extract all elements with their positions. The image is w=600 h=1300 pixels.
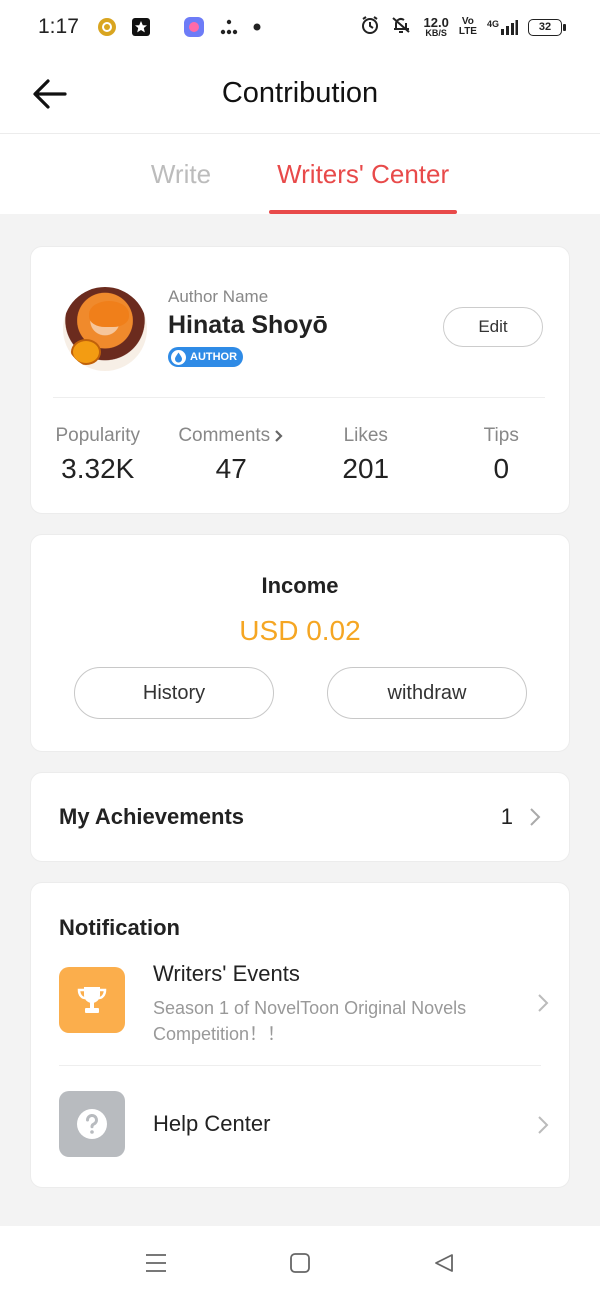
home-square-icon: [290, 1253, 310, 1273]
stat-likes: Likes 201: [298, 425, 434, 485]
achievements-count: 1: [500, 804, 513, 829]
notification-item-title: Writers' Events: [153, 961, 300, 986]
divider: [59, 1065, 541, 1066]
notification-dot-icon: [253, 23, 261, 31]
notification-card: Notification Writers' Events Season 1 of…: [30, 882, 570, 1188]
stat-comments[interactable]: Comments 47: [165, 425, 299, 485]
withdraw-button-label: withdraw: [387, 681, 467, 704]
tab-label: Writers' Center: [277, 158, 450, 189]
notification-item-writers-events[interactable]: Writers' Events Season 1 of NovelToon Or…: [31, 953, 569, 1063]
stat-label: Popularity: [55, 425, 141, 446]
stat-label: Tips: [483, 425, 519, 446]
notification-item-title: Help Center: [153, 1111, 271, 1136]
dots-app-icon: [219, 17, 239, 37]
withdraw-button[interactable]: withdraw: [327, 667, 527, 719]
trophy-icon: [59, 967, 125, 1033]
page-title: Contribution: [221, 77, 379, 109]
chevron-right-icon: [537, 1115, 549, 1135]
home-button[interactable]: [284, 1247, 316, 1279]
author-badge-label: AUTHOR: [190, 351, 238, 363]
income-card: Income USD 0.02 History withdraw: [30, 534, 570, 752]
stat-tips: Tips 0: [434, 425, 570, 485]
stat-value: 201: [342, 453, 390, 484]
stat-value: 3.32K: [61, 453, 135, 484]
pumpkin-icon: [71, 339, 101, 365]
avatar-hair: [89, 301, 129, 327]
mute-icon: [390, 15, 414, 40]
tab-write[interactable]: Write: [147, 134, 215, 214]
app-header: Contribution: [0, 54, 600, 134]
tab-bar: Write Writers' Center: [0, 134, 600, 214]
profile-card: Author Name Hinata Shoyō AUTHOR Edit Pop…: [30, 246, 570, 514]
achievements-label: My Achievements: [59, 804, 245, 829]
history-button-label: History: [142, 681, 206, 704]
avatar[interactable]: [63, 287, 147, 371]
chevron-right-icon: [530, 808, 541, 826]
back-triangle-icon: [435, 1254, 453, 1272]
star-app-icon: [131, 17, 151, 37]
income-title: Income: [261, 573, 339, 598]
menu-icon: [146, 1254, 166, 1272]
income-value: USD 0.02: [239, 615, 361, 646]
divider: [53, 397, 545, 398]
status-time: 1:17: [38, 15, 79, 38]
gallery-app-icon: [183, 16, 205, 38]
stat-value: 47: [215, 453, 247, 484]
battery-icon: 32: [528, 18, 566, 36]
history-button[interactable]: History: [74, 667, 274, 719]
coin-app-icon: [97, 17, 117, 37]
drop-icon: [171, 349, 186, 365]
stat-value: 0: [493, 453, 510, 484]
edit-button-label: Edit: [478, 317, 508, 336]
back-arrow-icon: [33, 79, 67, 109]
achievements-row[interactable]: My Achievements 1: [30, 772, 570, 862]
stats-row: Popularity 3.32K Comments 47 Likes 201 T…: [31, 425, 569, 485]
chevron-right-icon: [275, 430, 283, 442]
author-name: Hinata Shoyō: [168, 311, 328, 339]
stat-label: Comments: [165, 425, 299, 447]
question-icon: [59, 1091, 125, 1157]
status-bar: 1:17 12.0 KB/S Vo LTE 4G 32: [0, 0, 600, 54]
signal-icon: 4G: [487, 19, 518, 35]
network-speed: 12.0 KB/S: [423, 15, 449, 38]
notification-item-subtitle: Season 1 of NovelToon Original Novels Co…: [153, 998, 467, 1044]
edit-button[interactable]: Edit: [443, 307, 543, 347]
author-name-label: Author Name: [168, 287, 269, 306]
author-badge: AUTHOR: [168, 347, 244, 367]
chevron-right-icon: [537, 993, 549, 1013]
tab-writers-center[interactable]: Writers' Center: [269, 134, 458, 214]
back-button[interactable]: [30, 74, 70, 114]
active-tab-indicator: [269, 210, 458, 214]
notification-title: Notification: [59, 915, 180, 940]
menu-button[interactable]: [140, 1247, 172, 1279]
stat-label: Likes: [343, 425, 388, 446]
system-nav-bar: [0, 1226, 600, 1300]
stat-popularity: Popularity 3.32K: [31, 425, 165, 485]
volte-indicator: Vo LTE: [458, 16, 477, 37]
notification-item-help-center[interactable]: Help Center: [31, 1079, 569, 1169]
tab-label: Write: [150, 158, 212, 189]
alarm-icon: [360, 15, 380, 40]
back-nav-button[interactable]: [428, 1247, 460, 1279]
